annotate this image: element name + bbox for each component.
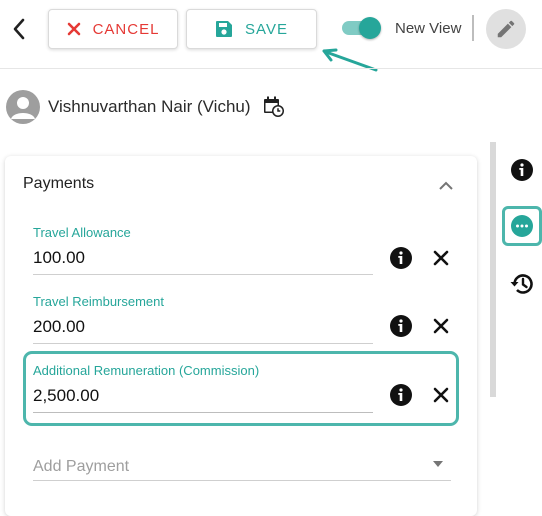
close-icon bbox=[433, 387, 449, 403]
add-payment-placeholder: Add Payment bbox=[33, 458, 130, 475]
rail-history-button[interactable] bbox=[502, 264, 542, 304]
new-view-label: New View bbox=[395, 20, 462, 37]
calendar-clock-icon bbox=[263, 96, 284, 117]
collapse-button[interactable] bbox=[435, 174, 457, 196]
save-label: SAVE bbox=[245, 20, 288, 38]
payments-card: Payments Travel Allowance 100.00 Travel … bbox=[5, 156, 477, 516]
person-name: Vishnuvarthan Nair (Vichu) bbox=[48, 97, 251, 116]
remove-button[interactable] bbox=[429, 383, 453, 407]
close-icon bbox=[433, 250, 449, 266]
pencil-icon bbox=[497, 20, 515, 38]
chevron-left-icon bbox=[13, 18, 25, 40]
toolbar-divider bbox=[472, 15, 474, 41]
header-divider bbox=[0, 68, 542, 69]
floppy-disk-icon bbox=[216, 21, 233, 37]
payments-title: Payments bbox=[23, 175, 95, 192]
field-value[interactable]: 2,500.00 bbox=[33, 386, 373, 413]
field-label: Travel Allowance bbox=[33, 225, 131, 240]
save-button[interactable]: SAVE bbox=[186, 9, 317, 49]
field-label: Additional Remuneration (Commission) bbox=[33, 363, 260, 378]
chevron-up-icon bbox=[439, 181, 453, 190]
travel-allowance-field[interactable]: Travel Allowance 100.00 bbox=[33, 225, 373, 275]
info-icon bbox=[511, 159, 533, 181]
remove-button[interactable] bbox=[429, 246, 453, 270]
caret-down-icon bbox=[433, 461, 443, 467]
additional-remuneration-field[interactable]: Additional Remuneration (Commission) 2,5… bbox=[33, 363, 373, 413]
close-icon bbox=[433, 318, 449, 334]
account-circle-icon bbox=[11, 97, 35, 119]
edit-button[interactable] bbox=[486, 9, 526, 49]
add-payment-select[interactable]: Add Payment bbox=[33, 452, 451, 481]
field-label: Travel Reimbursement bbox=[33, 294, 165, 309]
back-button[interactable] bbox=[6, 14, 32, 44]
info-button[interactable] bbox=[389, 246, 413, 270]
info-icon bbox=[390, 315, 412, 337]
remove-button[interactable] bbox=[429, 314, 453, 338]
travel-reimbursement-field[interactable]: Travel Reimbursement 200.00 bbox=[33, 294, 373, 344]
toolbar: CANCEL SAVE New View bbox=[0, 0, 542, 72]
cancel-label: CANCEL bbox=[92, 20, 160, 38]
pointer-arrow-icon bbox=[322, 48, 378, 72]
info-icon bbox=[390, 247, 412, 269]
scrollbar[interactable] bbox=[490, 142, 496, 397]
info-button[interactable] bbox=[389, 383, 413, 407]
rail-more-button[interactable] bbox=[502, 206, 542, 246]
field-value[interactable]: 100.00 bbox=[33, 248, 373, 275]
toggle-knob bbox=[359, 17, 381, 39]
avatar bbox=[6, 90, 40, 124]
new-view-toggle[interactable] bbox=[340, 17, 382, 39]
field-value[interactable]: 200.00 bbox=[33, 317, 373, 344]
more-horizontal-icon bbox=[511, 215, 533, 237]
info-button[interactable] bbox=[389, 314, 413, 338]
close-icon bbox=[67, 22, 80, 36]
info-icon bbox=[390, 384, 412, 406]
person-header: Vishnuvarthan Nair (Vichu) bbox=[6, 90, 285, 124]
history-icon bbox=[510, 274, 533, 294]
rail-info-button[interactable] bbox=[502, 150, 542, 190]
schedule-button[interactable] bbox=[263, 96, 285, 118]
cancel-button[interactable]: CANCEL bbox=[48, 9, 178, 49]
